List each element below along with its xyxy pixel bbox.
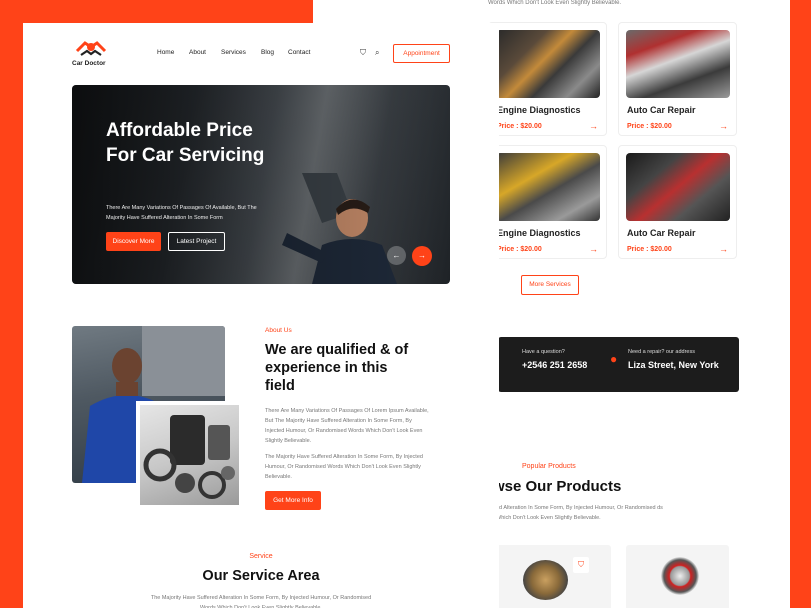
arrow-right-icon[interactable]: → xyxy=(589,244,598,254)
car-parts-image xyxy=(136,401,243,509)
service-price: Price : $20.00 xyxy=(497,246,542,253)
address: Liza Street, New York xyxy=(628,360,719,370)
service-price: Price : $20.00 xyxy=(627,246,672,253)
nav-services[interactable]: Services xyxy=(221,49,246,56)
phone-number[interactable]: +2546 251 2658 xyxy=(522,360,587,370)
product-card[interactable]: ⛉ xyxy=(496,545,611,608)
service-price: Price : $20.00 xyxy=(627,123,672,130)
service-area-title: Our Service Area xyxy=(202,568,320,584)
discover-more-button[interactable]: Discover More xyxy=(106,232,161,251)
about-title: We are qualified & of experience in this… xyxy=(265,342,409,394)
service-card[interactable]: Auto Car Repair Price : $20.00 → xyxy=(618,145,737,259)
service-area-description: The Majority Have Suffered Alteration In… xyxy=(150,595,372,608)
service-title: Auto Car Repair xyxy=(627,228,696,238)
service-card[interactable]: Engine Diagnostics Price : $20.00 → xyxy=(488,145,607,259)
nav-blog[interactable]: Blog xyxy=(261,49,274,56)
location-pin-icon: ● xyxy=(610,352,618,366)
products-description: ed Alteration In Some Form, By Injected … xyxy=(496,505,663,521)
service-card[interactable]: Auto Car Repair Price : $20.00 → xyxy=(618,22,737,136)
bag-icon[interactable]: ⛉ xyxy=(360,48,366,58)
service-image xyxy=(496,30,600,98)
about-paragraph: There Are Many Variations Of Passages Of… xyxy=(265,408,429,444)
arrow-right-icon[interactable]: → xyxy=(589,121,598,131)
popular-products-label: Popular Products xyxy=(522,463,576,470)
arrow-right-icon[interactable]: → xyxy=(412,246,432,266)
product-card[interactable] xyxy=(626,545,729,608)
service-title: Auto Car Repair xyxy=(627,105,696,115)
product-image xyxy=(661,557,699,595)
service-image xyxy=(626,153,730,221)
front-page-preview: Car Doctor Home About Services Blog Cont… xyxy=(23,23,499,608)
logo-icon[interactable] xyxy=(71,37,111,59)
car-parts-photo xyxy=(143,415,235,499)
service-price: Price : $20.00 xyxy=(497,123,542,130)
about-paragraph: The Majority Have Suffered Alteration In… xyxy=(265,454,423,480)
service-title: Engine Diagnostics xyxy=(497,228,581,238)
question-label: Have a question? xyxy=(522,349,565,355)
arrow-left-icon[interactable]: ← xyxy=(387,246,406,265)
latest-project-button[interactable]: Latest Project xyxy=(168,232,225,251)
more-services-button[interactable]: More Services xyxy=(521,275,579,295)
product-image xyxy=(523,560,568,600)
address-label: Need a repair? our address xyxy=(628,349,695,355)
nav-about[interactable]: About xyxy=(189,49,206,56)
logo-text: Car Doctor xyxy=(72,60,106,67)
service-title: Engine Diagnostics xyxy=(497,105,581,115)
contact-bar: ☎ Have a question? +2546 251 2658 ● Need… xyxy=(485,337,739,392)
cart-icon[interactable]: ⛉ xyxy=(573,557,589,573)
about-label: About Us xyxy=(265,327,292,334)
arrow-right-icon[interactable]: → xyxy=(719,121,728,131)
search-icon[interactable]: ⌕ xyxy=(375,48,379,58)
appointment-button[interactable]: Appointment xyxy=(393,44,450,63)
service-image xyxy=(496,153,600,221)
arrow-right-icon[interactable]: → xyxy=(719,244,728,254)
products-title: wse Our Products xyxy=(493,478,622,495)
service-card[interactable]: Engine Diagnostics Price : $20.00 → xyxy=(488,22,607,136)
hero-description: There Are Many Variations Of Passages Of… xyxy=(106,205,257,221)
nav-contact[interactable]: Contact xyxy=(288,49,310,56)
hero-banner: Affordable Price For Car Servicing There… xyxy=(72,85,450,284)
service-image xyxy=(626,30,730,98)
service-label: Service xyxy=(249,553,273,560)
back-top-text: Words Which Don't Look Even Slightly Bel… xyxy=(488,0,622,6)
nav-home[interactable]: Home xyxy=(157,49,174,56)
hero-title: Affordable Price For Car Servicing xyxy=(106,120,265,166)
get-more-info-button[interactable]: Get More Info xyxy=(265,491,321,510)
